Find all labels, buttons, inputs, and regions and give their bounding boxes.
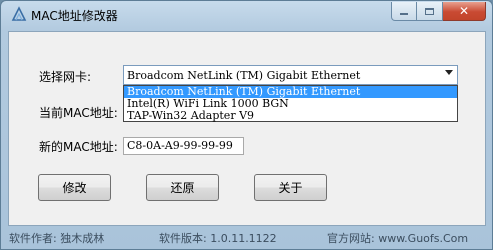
caption-buttons: ✕ [391, 2, 486, 21]
adapter-select[interactable]: Broadcom NetLink (TM) Gigabit Ethernet [123, 65, 458, 85]
status-version: 软件版本: 1.0.11.1122 [159, 232, 277, 245]
about-button[interactable]: 关于 [254, 174, 327, 201]
close-button[interactable]: ✕ [443, 2, 486, 21]
restore-button[interactable]: 还原 [146, 174, 219, 201]
adapter-dropdown-list: Broadcom NetLink (TM) Gigabit Ethernet I… [123, 85, 458, 122]
adapter-label: 选择网卡: [39, 70, 92, 84]
app-window: MAC地址修改器 ✕ 选择网卡: Broadcom NetLink (TM) G… [0, 0, 493, 250]
current-mac-label: 当前MAC地址: [39, 106, 118, 120]
adapter-option[interactable]: TAP-Win32 Adapter V9 [124, 110, 457, 122]
window-title: MAC地址修改器 [31, 9, 118, 23]
modify-button[interactable]: 修改 [38, 174, 111, 201]
minimize-icon [400, 13, 408, 15]
title-bar[interactable]: MAC地址修改器 ✕ [1, 1, 492, 29]
minimize-button[interactable] [391, 2, 417, 21]
chevron-down-icon[interactable] [445, 70, 453, 75]
status-website: 官方网站: www.Guofs.Com [327, 232, 469, 245]
maximize-button[interactable] [417, 2, 443, 21]
new-mac-field[interactable]: C8-0A-A9-99-99-99 [123, 137, 244, 155]
status-bar: 软件作者: 独木成林 软件版本: 1.0.11.1122 官方网站: www.G… [1, 227, 492, 250]
app-logo-icon [11, 6, 27, 21]
new-mac-label: 新的MAC地址: [39, 140, 118, 154]
client-area: 选择网卡: Broadcom NetLink (TM) Gigabit Ethe… [8, 31, 486, 226]
status-author: 软件作者: 独木成林 [9, 232, 105, 245]
close-icon: ✕ [458, 4, 470, 18]
adapter-selected-value: Broadcom NetLink (TM) Gigabit Ethernet [127, 69, 361, 82]
maximize-icon [425, 7, 434, 15]
